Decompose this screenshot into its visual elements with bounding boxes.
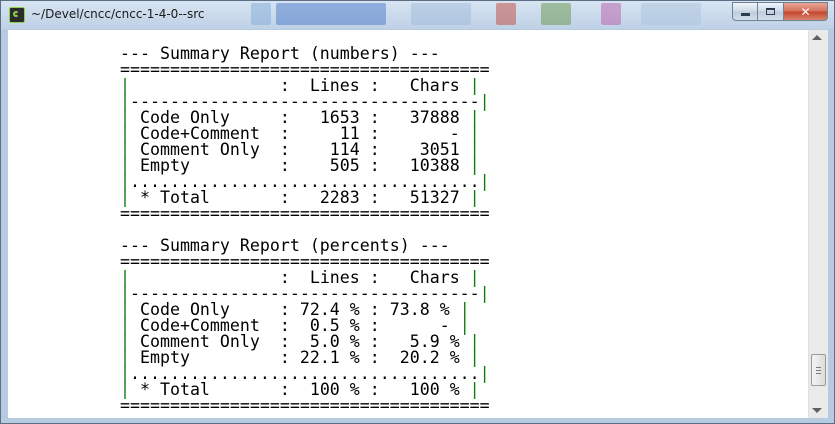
minimize-button[interactable] xyxy=(732,2,758,21)
vertical-scrollbar[interactable] xyxy=(808,30,828,418)
maximize-button[interactable] xyxy=(758,2,784,21)
scroll-up-arrow-icon[interactable] xyxy=(812,35,822,40)
terminal-client-area: --- Summary Report (numbers) --- ========… xyxy=(8,30,828,418)
maximize-icon xyxy=(766,8,775,15)
background-blur-strip xyxy=(541,3,571,25)
background-blur-strip xyxy=(496,3,516,25)
window-title: ~/Devel/cncc/cncc-1-4-0--src xyxy=(31,7,205,21)
background-blur-strip xyxy=(601,3,621,25)
terminal-line: ===================================== xyxy=(120,204,490,223)
scrollbar-grip-icon xyxy=(816,367,821,374)
close-button[interactable]: ✕ xyxy=(784,2,828,21)
minimize-icon xyxy=(740,13,750,16)
terminal-window: ~/Devel/cncc/cncc-1-4-0--src ✕ --- Summa… xyxy=(0,0,835,424)
scroll-down-arrow-icon[interactable] xyxy=(812,408,822,413)
background-blur-strip xyxy=(411,3,471,25)
background-blur-strip xyxy=(641,3,701,25)
title-bar[interactable]: ~/Devel/cncc/cncc-1-4-0--src ✕ xyxy=(1,1,834,29)
terminal-text: --- Summary Report (numbers) --- ========… xyxy=(120,45,490,415)
background-blur-strip xyxy=(251,3,271,25)
terminal-line: ===================================== xyxy=(120,396,490,415)
window-controls: ✕ xyxy=(732,2,828,22)
terminal-app-icon[interactable] xyxy=(9,7,25,23)
background-blur-strip xyxy=(276,3,386,25)
terminal-output[interactable]: --- Summary Report (numbers) --- ========… xyxy=(8,30,809,418)
close-icon: ✕ xyxy=(800,4,811,19)
scrollbar-thumb[interactable] xyxy=(811,354,826,386)
